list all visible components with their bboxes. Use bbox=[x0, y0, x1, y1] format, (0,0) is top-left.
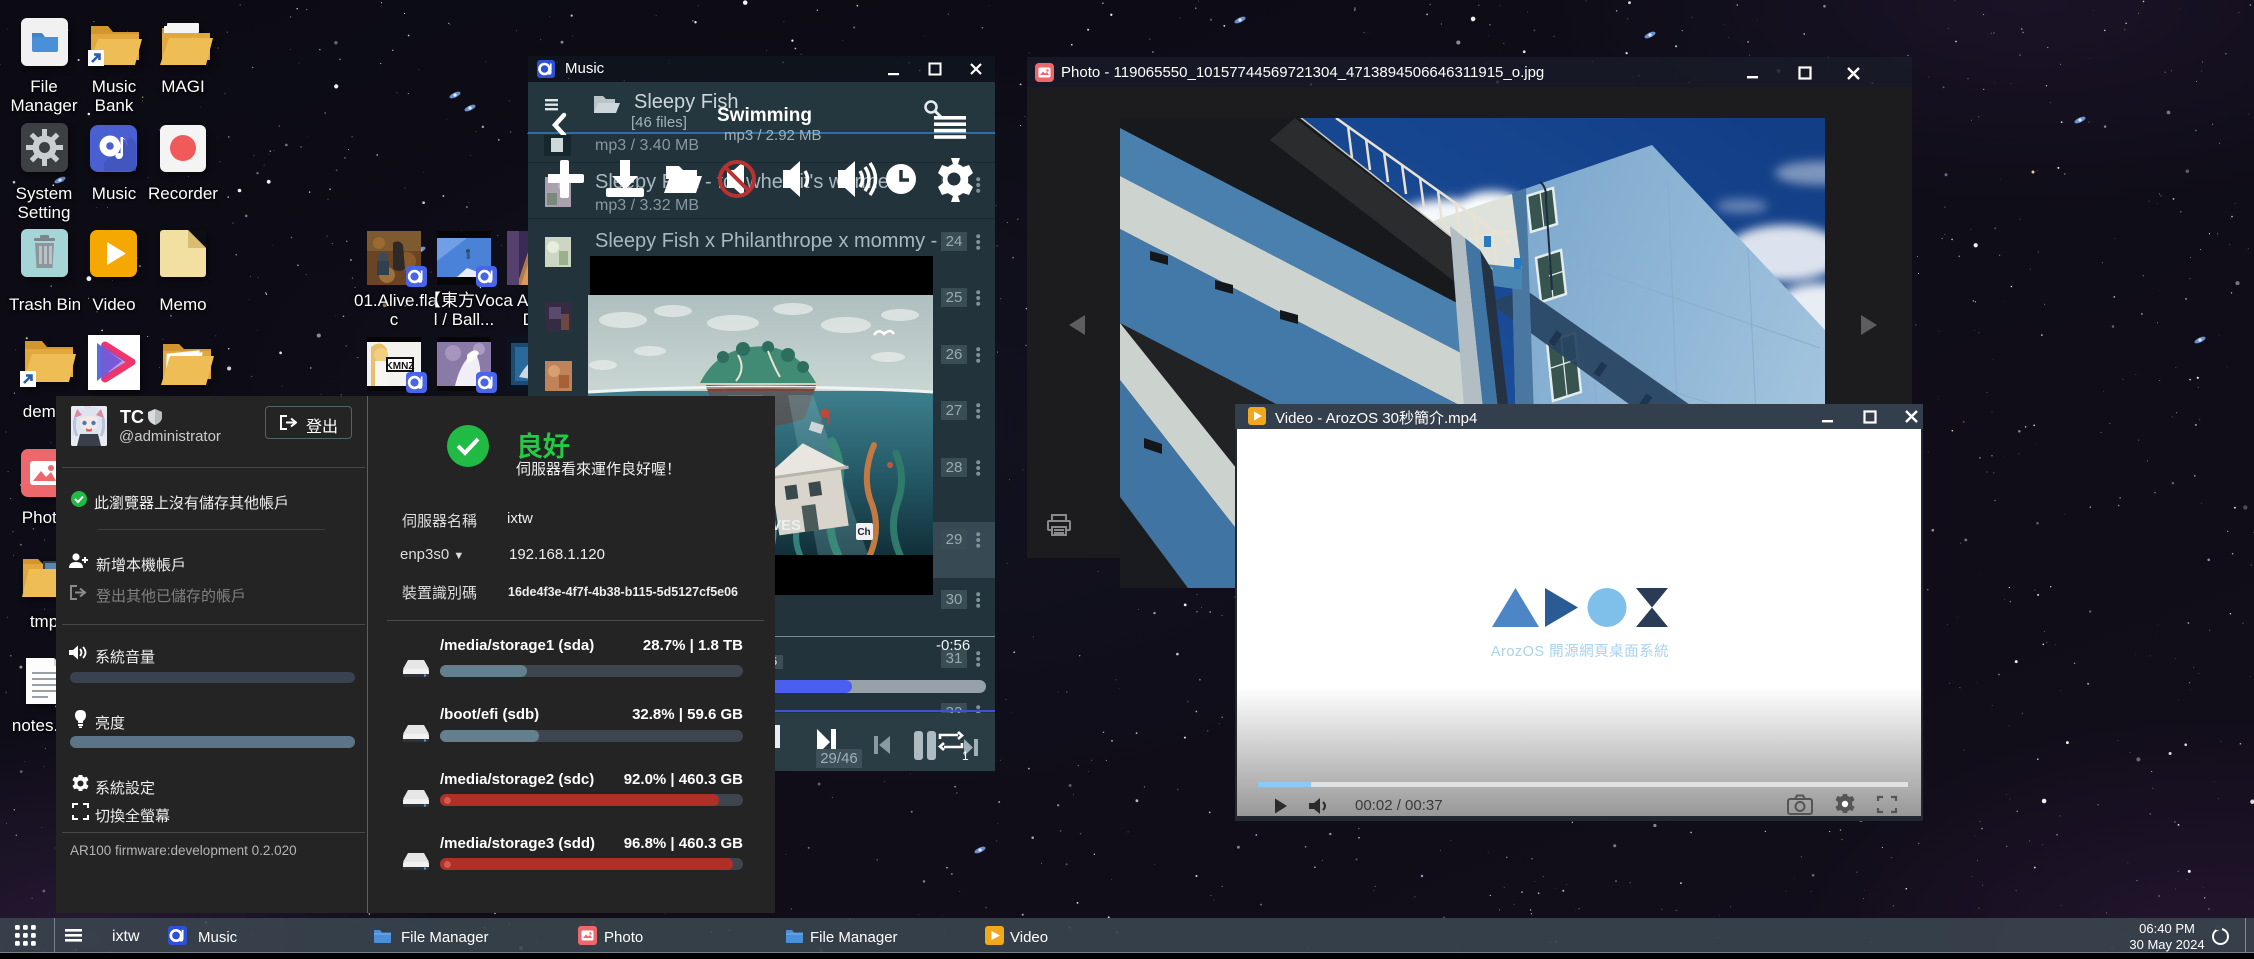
svg-text:Ch: Ch bbox=[857, 527, 870, 538]
svg-text:KMNZ: KMNZ bbox=[386, 361, 415, 372]
